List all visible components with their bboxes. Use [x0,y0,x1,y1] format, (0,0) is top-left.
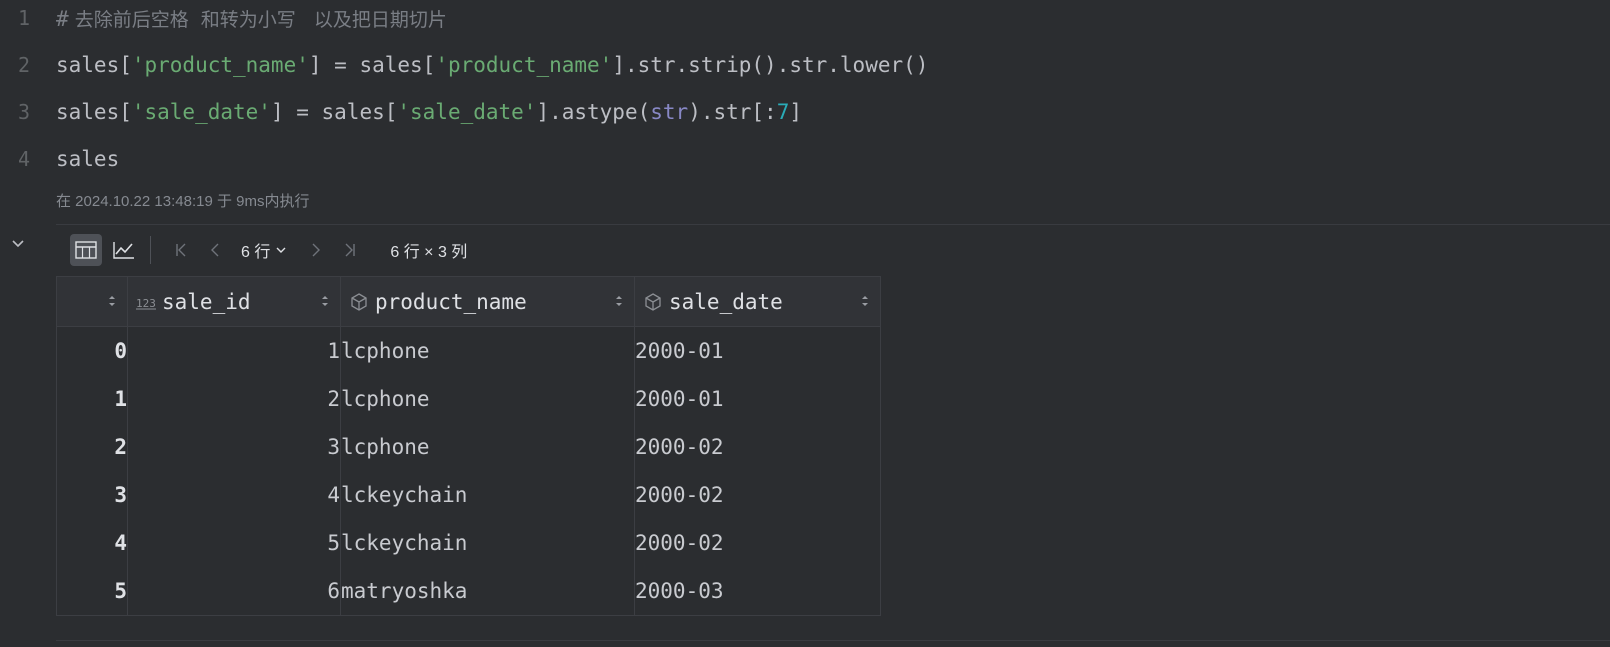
previous-page-button[interactable] [205,239,227,261]
cell-sale-date[interactable]: 2000-02 [634,471,881,519]
comment-hash: # [56,7,69,31]
cell-product-name[interactable]: lcphone [340,423,635,471]
chart-view-button[interactable] [108,234,140,266]
cell-sale-id[interactable]: 3 [127,423,341,471]
column-header-product-name[interactable]: product_name [340,276,635,327]
builtin-token: str [650,100,689,124]
table-row: 3 4 lckeychain 2000-02 [56,471,881,519]
cell-product-name[interactable]: lcphone [340,375,635,423]
code-line-4[interactable]: sales [56,145,119,173]
code-line-1[interactable]: # 去除前后空格 和转为小写 以及把日期切片 [56,5,447,34]
sort-icon[interactable] [614,293,624,309]
editor-gutter: 1 2 3 4 [0,0,43,230]
column-header-label: sale_date [669,289,783,314]
chart-view-icon [113,242,134,259]
column-header-label: product_name [375,289,527,314]
table-row: 5 6 matryoshka 2000-03 [56,567,881,616]
code-token: ] = sales[ [270,100,398,124]
code-line-2[interactable]: sales['product_name'] = sales['product_n… [56,51,928,79]
chevron-left-icon [211,243,219,257]
collapse-output-button[interactable] [10,236,26,252]
output-toolbar: 6 行 6 行 × 3 列 [56,225,1610,275]
cell-sale-date[interactable]: 2000-02 [634,519,881,567]
cell-sale-id[interactable]: 2 [127,375,341,423]
last-page-icon [345,243,356,257]
execution-info: 在 2024.10.22 13:48:19 于 9ms内执行 [56,193,310,210]
last-page-button[interactable] [338,239,360,261]
output-panel: 6 行 6 行 × 3 列 123 sale_id product_name s… [56,225,1610,640]
table-dimensions: 6 行 × 3 列 [390,244,468,261]
code-token: sales[ [56,100,132,124]
code-token: sales[ [56,53,132,77]
cell-sale-date[interactable]: 2000-02 [634,423,881,471]
sort-icon[interactable] [320,293,330,309]
dataframe-table: 123 sale_id product_name sale_date 0 1 l… [56,276,881,616]
chevron-right-icon [312,243,321,257]
cell-product-name[interactable]: matryoshka [340,567,635,616]
code-token: ] [789,100,803,124]
row-index[interactable]: 5 [56,567,128,616]
cell-product-name[interactable]: lckeychain [340,471,635,519]
table-row: 2 3 lcphone 2000-02 [56,423,881,471]
number-token: 7 [776,100,790,124]
object-type-icon [349,292,369,312]
cell-sale-id[interactable]: 1 [127,326,341,375]
output-bottom-divider [56,640,1610,641]
comment-text: 去除前后空格 和转为小写 以及把日期切片 [68,9,447,31]
first-page-icon [176,243,186,257]
column-header-sale-id[interactable]: 123 sale_id [127,276,341,327]
rows-per-page-value: 6 行 [241,244,271,261]
line-number: 2 [17,53,30,77]
row-index[interactable]: 1 [56,375,128,423]
table-view-icon [75,241,97,259]
table-view-button[interactable] [70,234,102,266]
table-header-row: 123 sale_id product_name sale_date [56,276,881,327]
cell-sale-id[interactable]: 4 [127,471,341,519]
line-number: 4 [17,147,30,171]
column-header-sale-date[interactable]: sale_date [634,276,881,327]
cell-sale-date[interactable]: 2000-01 [634,326,881,375]
index-column-header[interactable] [56,276,128,327]
code-token: ] = sales[ [308,53,436,77]
code-line-3[interactable]: sales['sale_date'] = sales['sale_date'].… [56,98,802,126]
sort-icon[interactable] [860,293,870,309]
row-index[interactable]: 3 [56,471,128,519]
row-index[interactable]: 0 [56,326,128,375]
svg-text:123: 123 [136,297,156,310]
toolbar-separator [150,236,151,264]
cell-product-name[interactable]: lcphone [340,326,635,375]
table-row: 0 1 lcphone 2000-01 [56,326,881,375]
code-token: ].str.strip().str.lower() [612,53,929,77]
row-index[interactable]: 2 [56,423,128,471]
cell-sale-id[interactable]: 6 [127,567,341,616]
code-token: ].astype( [536,100,651,124]
row-index[interactable]: 4 [56,519,128,567]
string-token: 'sale_date' [131,100,271,124]
table-row: 4 5 lckeychain 2000-02 [56,519,881,567]
column-header-label: sale_id [162,289,251,314]
chevron-down-icon [276,247,286,253]
cell-product-name[interactable]: lckeychain [340,519,635,567]
next-page-button[interactable] [304,239,326,261]
sort-icon[interactable] [107,293,117,309]
first-page-button[interactable] [171,239,193,261]
numeric-type-icon: 123 [136,292,156,312]
line-number: 3 [17,100,30,124]
cell-sale-date[interactable]: 2000-01 [634,375,881,423]
code-token: ).str[: [688,100,777,124]
string-token: 'product_name' [435,53,613,77]
table-row: 1 2 lcphone 2000-01 [56,375,881,423]
chevron-down-icon [12,240,24,248]
rows-per-page-select[interactable]: 6 行 [241,238,288,262]
string-token: 'sale_date' [397,100,537,124]
object-type-icon [643,292,663,312]
cell-sale-date[interactable]: 2000-03 [634,567,881,616]
cell-sale-id[interactable]: 5 [127,519,341,567]
line-number: 1 [17,6,30,30]
string-token: 'product_name' [131,53,309,77]
